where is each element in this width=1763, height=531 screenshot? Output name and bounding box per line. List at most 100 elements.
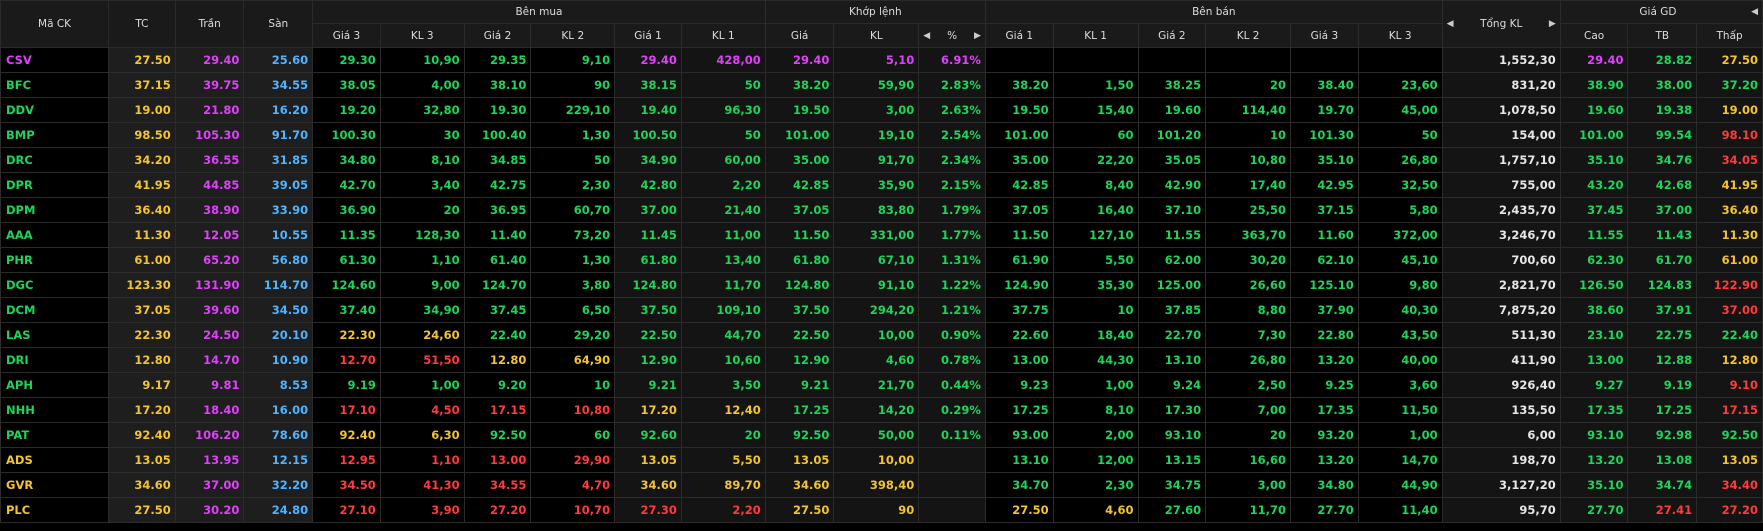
table-row[interactable]: CSV 27.50 29.40 25.60 29.30 10,90 29.35 9,10 29.…	[0, 47, 1763, 73]
table-row[interactable]: APH 9.17 9.81 8.53 9.19 1,00 9.20 10 9.21 3,50 9.2…	[0, 372, 1763, 398]
col-symbol[interactable]: Mã CK	[0, 0, 110, 48]
chevron-left-icon[interactable]: ◀	[1751, 7, 1758, 17]
table-row[interactable]: PAT 92.40 106.20 78.60 92.40 6,30 92.50 60 92.60…	[0, 422, 1763, 448]
symbol-cell[interactable]: DGC	[0, 272, 110, 298]
table-row[interactable]: DCM 37.05 39.60 34.50 37.40 34,90 37.45 6,50 37.…	[0, 297, 1763, 323]
floor-price-cell: 16.00	[243, 397, 314, 423]
chevron-right-icon[interactable]: ▶	[974, 31, 981, 41]
match-price-cell: 11.50	[764, 222, 835, 248]
total-volume-cell: 154,00	[1441, 122, 1561, 148]
table-row[interactable]: GVR 34.60 37.00 32.20 34.50 41,30 34.55 4,70 34.…	[0, 472, 1763, 498]
high-price-cell: 17.35	[1559, 397, 1629, 423]
table-row[interactable]: PLC 27.50 30.20 24.80 27.10 3,90 27.20 10,70 27.…	[0, 497, 1763, 523]
scroll-left-icon[interactable]: ◀	[1447, 19, 1454, 29]
match-price-cell: 17.25	[764, 397, 835, 423]
table-row[interactable]: DRC 34.20 36.55 31.85 34.80 8,10 34.85 50 34.90 6…	[0, 147, 1763, 173]
ref-price-cell: 13.05	[108, 447, 176, 473]
col-sell-g3[interactable]: Giá 3	[1290, 23, 1359, 48]
buy-k1-cell: 428,00	[680, 47, 766, 73]
sell-k1-cell: 2,30	[1052, 472, 1139, 498]
symbol-cell[interactable]: LAS	[0, 322, 110, 348]
col-buy-g2[interactable]: Giá 2	[463, 23, 532, 48]
sell-k2-cell: 7,30	[1205, 322, 1292, 348]
sell-k3-cell: 44,90	[1357, 472, 1443, 498]
table-row[interactable]: AAA 11.30 12.05 10.55 11.35 128,30 11.40 73,20 1…	[0, 222, 1763, 248]
floor-price-cell: 91.70	[243, 122, 314, 148]
table-row[interactable]: DGC 123.30 131.90 114.70 124.60 9,00 124.70 3,8…	[0, 272, 1763, 298]
table-row[interactable]: PHR 61.00 65.20 56.80 61.30 1,10 61.40 1,30 61.8…	[0, 247, 1763, 273]
col-match-change[interactable]: ◀% ▶	[918, 23, 986, 48]
chevron-left-icon[interactable]: ◀	[923, 31, 930, 41]
col-buy-g3[interactable]: Giá 3	[312, 23, 381, 48]
col-high[interactable]: Cao	[1559, 23, 1629, 48]
sell-k3-cell	[1357, 47, 1443, 73]
table-row[interactable]: LAS 22.30 24.50 20.10 22.30 24,60 22.40 29,20 22…	[0, 322, 1763, 348]
table-row[interactable]: BMP 98.50 105.30 91.70 100.30 30 100.40 1,30 100…	[0, 122, 1763, 148]
col-buy-k3[interactable]: KL 3	[379, 23, 465, 48]
symbol-cell[interactable]: DRC	[0, 147, 110, 173]
col-buy-g1[interactable]: Giá 1	[614, 23, 682, 48]
floor-price-cell: 20.10	[243, 322, 314, 348]
symbol-cell[interactable]: DDV	[0, 97, 110, 123]
col-buy-k2[interactable]: KL 2	[530, 23, 616, 48]
col-match-volume[interactable]: KL	[833, 23, 920, 48]
table-row[interactable]: DDV 19.00 21.80 16.20 19.20 32,80 19.30 229,10 1…	[0, 97, 1763, 123]
symbol-cell[interactable]: BMP	[0, 122, 110, 148]
sell-k1-cell: 4,60	[1052, 497, 1139, 523]
buy-k3-cell: 1,00	[379, 372, 465, 398]
sell-g2-cell: 19.60	[1137, 97, 1207, 123]
buy-g1-cell: 22.50	[614, 322, 682, 348]
symbol-cell[interactable]: AAA	[0, 222, 110, 248]
table-row[interactable]: ADS 13.05 13.95 12.15 12.95 1,10 13.00 29,90 13.…	[0, 447, 1763, 473]
total-volume-cell: 511,30	[1441, 322, 1561, 348]
symbol-cell[interactable]: PHR	[0, 247, 110, 273]
col-sell-k3[interactable]: KL 3	[1357, 23, 1443, 48]
low-price-cell: 22.40	[1696, 322, 1763, 348]
symbol-cell[interactable]: DPR	[0, 172, 110, 198]
symbol-cell[interactable]: DCM	[0, 297, 110, 323]
buy-k3-cell: 34,90	[379, 297, 465, 323]
col-low[interactable]: Thấp	[1696, 23, 1763, 48]
sell-k1-cell: 1,00	[1052, 372, 1139, 398]
symbol-cell[interactable]: ADS	[0, 447, 110, 473]
col-sell-k1[interactable]: KL 1	[1052, 23, 1139, 48]
symbol-cell[interactable]: GVR	[0, 472, 110, 498]
col-sell-k2[interactable]: KL 2	[1205, 23, 1292, 48]
table-row[interactable]: DPR 41.95 44.85 39.05 42.70 3,40 42.75 2,30 42.8…	[0, 172, 1763, 198]
sell-g3-cell: 35.10	[1290, 147, 1359, 173]
col-sell-g1[interactable]: Giá 1	[984, 23, 1054, 48]
col-match-price[interactable]: Giá	[764, 23, 835, 48]
symbol-cell[interactable]: NHH	[0, 397, 110, 423]
buy-k3-cell: 4,50	[379, 397, 465, 423]
table-row[interactable]: BFC 37.15 39.75 34.55 38.05 4,00 38.10 90 38.15 5…	[0, 72, 1763, 98]
symbol-cell[interactable]: DRI	[0, 347, 110, 373]
table-row[interactable]: DRI 12.80 14.70 10.90 12.70 51,50 12.80 64,90 12…	[0, 347, 1763, 373]
col-buy-k1[interactable]: KL 1	[680, 23, 766, 48]
sell-g3-cell: 101.30	[1290, 122, 1359, 148]
table-row[interactable]: NHH 17.20 18.40 16.00 17.10 4,50 17.15 10,80 17.…	[0, 397, 1763, 423]
col-average[interactable]: TB	[1627, 23, 1698, 48]
col-ceiling[interactable]: Trần	[174, 0, 245, 48]
sell-k2-cell: 26,60	[1205, 272, 1292, 298]
buy-k2-cell: 10	[530, 372, 616, 398]
floor-price-cell: 12.15	[243, 447, 314, 473]
col-total-volume[interactable]: ◀ Tổng KL ▶	[1441, 0, 1561, 48]
match-change-cell	[918, 447, 986, 473]
symbol-cell[interactable]: BFC	[0, 72, 110, 98]
col-ref[interactable]: TC	[108, 0, 176, 48]
total-volume-cell: 3,127,20	[1441, 472, 1561, 498]
sell-k2-cell: 10	[1205, 122, 1292, 148]
col-floor[interactable]: Sàn	[243, 0, 314, 48]
symbol-cell[interactable]: DPM	[0, 197, 110, 223]
sell-k3-cell: 40,30	[1357, 297, 1443, 323]
symbol-cell[interactable]: CSV	[0, 47, 110, 73]
table-row[interactable]: DPM 36.40 38.90 33.90 36.90 20 36.95 60,70 37.00…	[0, 197, 1763, 223]
symbol-cell[interactable]: APH	[0, 372, 110, 398]
symbol-cell[interactable]: PLC	[0, 497, 110, 523]
scroll-right-icon[interactable]: ▶	[1549, 19, 1556, 29]
col-sell-g2[interactable]: Giá 2	[1137, 23, 1207, 48]
match-volume-cell: 4,60	[833, 347, 920, 373]
symbol-cell[interactable]: PAT	[0, 422, 110, 448]
sell-k3-cell: 40,00	[1357, 347, 1443, 373]
sell-g2-cell: 13.10	[1137, 347, 1207, 373]
